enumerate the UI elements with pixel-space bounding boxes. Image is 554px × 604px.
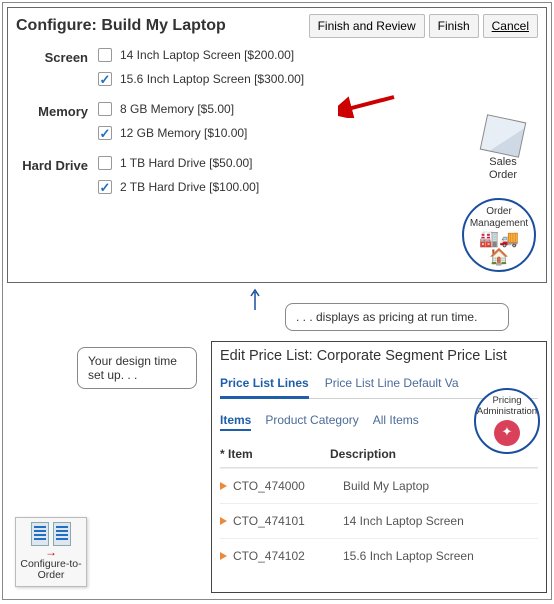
row-indicator-icon <box>220 517 227 525</box>
subtab-all-items[interactable]: All Items <box>373 411 419 431</box>
tab-price-list-defaults[interactable]: Price List Line Default Va <box>325 372 459 398</box>
sheets-icon <box>18 522 84 546</box>
sheet-icon <box>53 522 71 546</box>
configure-panel: Configure: Build My Laptop Finish and Re… <box>7 7 547 283</box>
cell-description: 14 Inch Laptop Screen <box>343 514 538 528</box>
cell-description: Build My Laptop <box>343 479 538 493</box>
header-buttons: Finish and Review Finish Cancel <box>309 14 538 38</box>
option-label: 12 GB Memory [$10.00] <box>120 126 247 140</box>
finish-and-review-button[interactable]: Finish and Review <box>309 14 425 38</box>
document-icon <box>480 114 527 158</box>
price-list-table: * Item Description CTO_474000 Build My L… <box>220 441 538 573</box>
subtab-items[interactable]: Items <box>220 411 251 431</box>
option-group-label: Memory <box>8 102 98 119</box>
callout-runtime: . . . displays as pricing at run time. <box>285 303 509 331</box>
table-row[interactable]: CTO_474101 14 Inch Laptop Screen <box>220 503 538 538</box>
checkbox-checked-icon[interactable] <box>98 126 112 140</box>
col-header-item: * Item <box>220 447 330 461</box>
order-management-label: Order Management <box>464 206 534 229</box>
factory-truck-icon: 🏭🚚🏠 <box>464 231 534 268</box>
option-label: 8 GB Memory [$5.00] <box>120 102 234 116</box>
table-row[interactable]: CTO_474000 Build My Laptop <box>220 468 538 503</box>
callout-text: . . . displays as pricing at run time. <box>296 310 477 324</box>
callout-text: Your design time set up. . . <box>88 354 177 382</box>
checkbox-icon[interactable] <box>98 48 112 62</box>
price-list-panel: Edit Price List: Corporate Segment Price… <box>211 341 547 593</box>
option-group-screen: Screen 14 Inch Laptop Screen [$200.00] 1… <box>8 48 546 96</box>
page-title: Configure: Build My Laptop <box>16 17 226 35</box>
checkbox-checked-icon[interactable] <box>98 180 112 194</box>
finish-button[interactable]: Finish <box>429 14 479 38</box>
option-group-harddrive: Hard Drive 1 TB Hard Drive [$50.00] 2 TB… <box>8 156 546 204</box>
cto-label: Configure-to-Order <box>18 559 84 582</box>
sales-order-icon: Sales Order <box>478 118 528 181</box>
option-label: 15.6 Inch Laptop Screen [$300.00] <box>120 72 304 86</box>
cell-item: CTO_474101 <box>233 514 343 528</box>
diagram-outer: Configure: Build My Laptop Finish and Re… <box>2 2 552 600</box>
pricing-administration-label: Pricing Administration <box>476 396 538 418</box>
order-management-badge: Order Management 🏭🚚🏠 <box>462 198 536 272</box>
cell-item: CTO_474102 <box>233 549 343 563</box>
tab-price-list-lines[interactable]: Price List Lines <box>220 372 309 399</box>
configure-header: Configure: Build My Laptop Finish and Re… <box>8 8 546 42</box>
pricing-icon: ✦ <box>494 420 520 446</box>
pricing-administration-badge: Pricing Administration ✦ <box>474 388 540 454</box>
option-group-label: Hard Drive <box>8 156 98 173</box>
option-choice: 15.6 Inch Laptop Screen [$300.00] <box>98 72 546 86</box>
arrow-right-icon: → <box>18 546 84 559</box>
option-choice: 14 Inch Laptop Screen [$200.00] <box>98 48 546 62</box>
checkbox-icon[interactable] <box>98 102 112 116</box>
option-label: 1 TB Hard Drive [$50.00] <box>120 156 253 170</box>
checkbox-checked-icon[interactable] <box>98 72 112 86</box>
option-label: 14 Inch Laptop Screen [$200.00] <box>120 48 294 62</box>
option-choice: 2 TB Hard Drive [$100.00] <box>98 180 546 194</box>
option-choice: 8 GB Memory [$5.00] <box>98 102 546 116</box>
checkbox-icon[interactable] <box>98 156 112 170</box>
table-row[interactable]: CTO_474102 15.6 Inch Laptop Screen <box>220 538 538 573</box>
cell-item: CTO_474000 <box>233 479 343 493</box>
option-label: 2 TB Hard Drive [$100.00] <box>120 180 259 194</box>
connector-arrow-icon <box>249 286 261 310</box>
cancel-button[interactable]: Cancel <box>483 14 538 38</box>
row-indicator-icon <box>220 552 227 560</box>
row-indicator-icon <box>220 482 227 490</box>
callout-design-time: Your design time set up. . . <box>77 347 197 389</box>
subtab-product-category[interactable]: Product Category <box>265 411 358 431</box>
sales-order-label: Sales Order <box>489 156 517 181</box>
price-list-title: Edit Price List: Corporate Segment Price… <box>220 348 538 364</box>
configure-to-order-icon: → Configure-to-Order <box>15 517 87 587</box>
option-group-memory: Memory 8 GB Memory [$5.00] 12 GB Memory … <box>8 102 546 150</box>
cell-description: 15.6 Inch Laptop Screen <box>343 549 538 563</box>
option-group-label: Screen <box>8 48 98 65</box>
sheet-icon <box>31 522 49 546</box>
